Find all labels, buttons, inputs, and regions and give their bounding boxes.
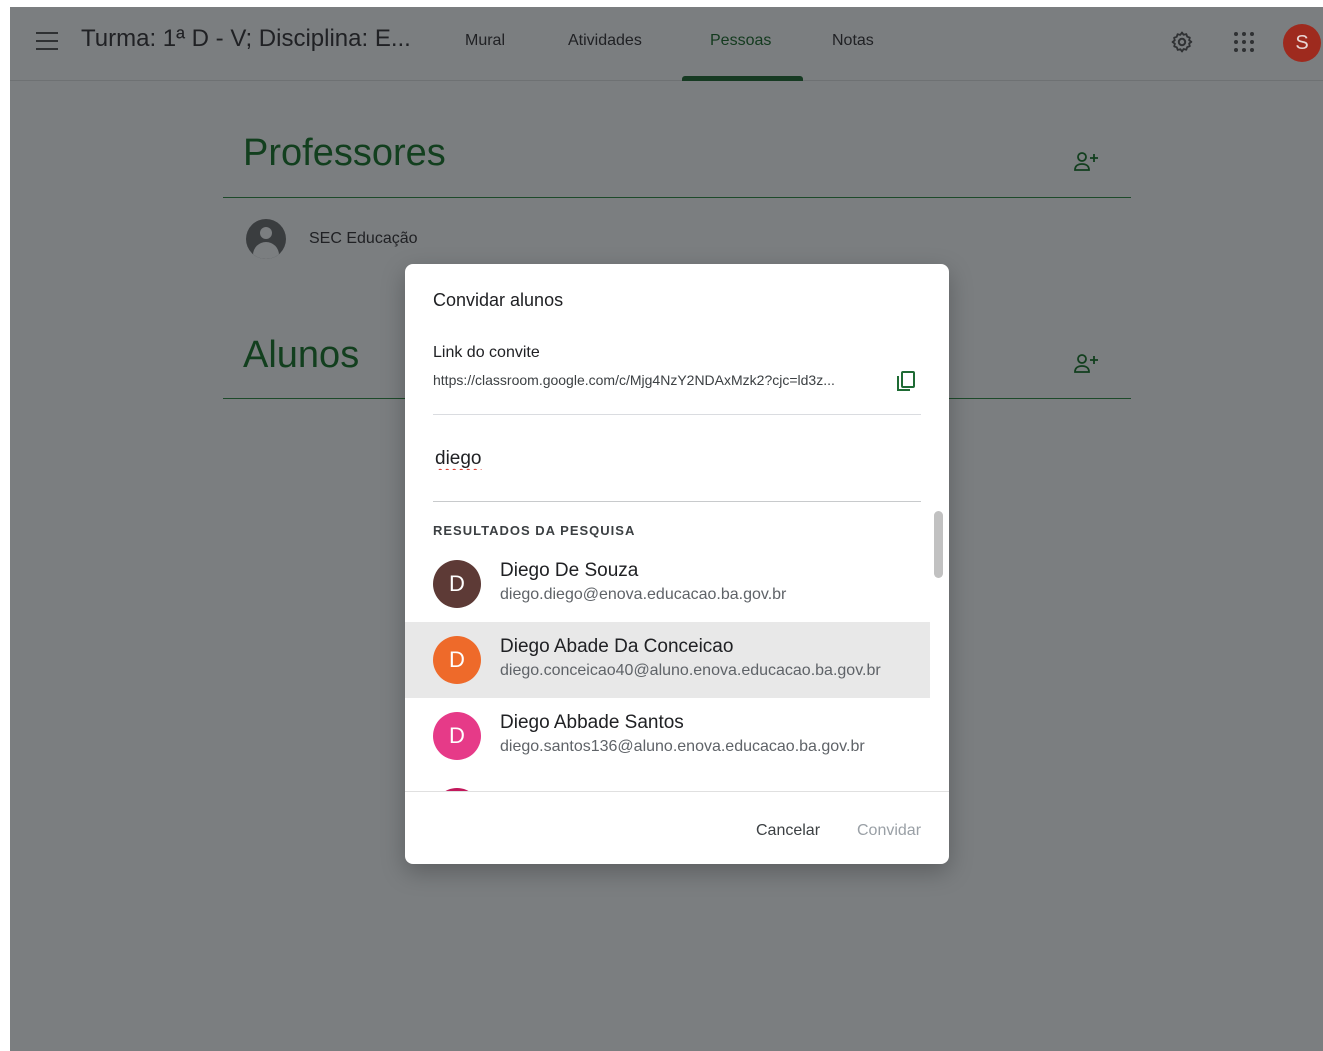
top-app-bar: Turma: 1ª D - V; Disciplina: E... Mural … xyxy=(10,7,1323,81)
result-email: diego.conceicao40@aluno.enova.educacao.b… xyxy=(500,662,881,679)
invite-link-label: Link do convite xyxy=(433,344,540,361)
hamburger-menu-icon[interactable] xyxy=(36,32,58,50)
result-name: Diego Abbade Santos xyxy=(500,712,684,733)
divider xyxy=(433,414,921,415)
avatar: D xyxy=(433,712,481,760)
result-email: diego.santos136@aluno.enova.educacao.ba.… xyxy=(500,738,865,755)
list-item[interactable]: D Diego Abade Da Conceicao diego.conceic… xyxy=(405,622,930,698)
search-results-list: D Diego De Souza diego.diego@enova.educa… xyxy=(405,546,930,792)
footer-divider xyxy=(405,791,949,792)
tab-pessoas[interactable]: Pessoas xyxy=(710,32,771,50)
class-title[interactable]: Turma: 1ª D - V; Disciplina: E... xyxy=(81,25,411,53)
invite-button[interactable]: Convidar xyxy=(857,822,921,840)
invite-students-dialog: Convidar alunos Link do convite https://… xyxy=(405,264,949,864)
students-heading: Alunos xyxy=(243,334,360,376)
results-scrollbar[interactable] xyxy=(934,511,943,578)
result-name: Diego De Souza xyxy=(500,560,639,581)
result-email: diego.diego@enova.educacao.ba.gov.br xyxy=(500,586,787,603)
list-item[interactable]: D Diego Abbade Santos diego.santos136@al… xyxy=(405,698,930,774)
copy-icon[interactable] xyxy=(896,370,916,392)
add-student-icon[interactable] xyxy=(1073,352,1101,376)
teachers-divider xyxy=(223,197,1131,198)
list-item[interactable]: D Diego De Souza diego.diego@enova.educa… xyxy=(405,546,930,622)
results-heading: RESULTADOS DA PESQUISA xyxy=(433,523,636,538)
tab-mural[interactable]: Mural xyxy=(465,32,505,50)
classroom-window: Turma: 1ª D - V; Disciplina: E... Mural … xyxy=(10,7,1323,1051)
tab-notas[interactable]: Notas xyxy=(832,32,874,50)
avatar: D xyxy=(433,636,481,684)
gear-icon[interactable] xyxy=(1170,30,1194,54)
cancel-button[interactable]: Cancelar xyxy=(756,822,820,840)
student-search-input[interactable] xyxy=(435,442,915,476)
dialog-title: Convidar alunos xyxy=(433,290,564,310)
add-teacher-icon[interactable] xyxy=(1073,150,1101,174)
result-name: Diego Abade Da Conceicao xyxy=(500,636,734,657)
invite-link-url[interactable]: https://classroom.google.com/c/Mjg4NzY2N… xyxy=(433,372,878,388)
teacher-row[interactable]: SEC Educação xyxy=(246,219,418,259)
apps-grid-icon[interactable] xyxy=(1234,32,1254,52)
avatar xyxy=(246,219,286,259)
active-tab-indicator xyxy=(682,76,803,81)
teachers-heading: Professores xyxy=(243,132,446,174)
search-underline xyxy=(433,501,921,502)
avatar: D xyxy=(433,560,481,608)
tab-atividades[interactable]: Atividades xyxy=(568,32,642,50)
teacher-name: SEC Educação xyxy=(309,230,418,247)
account-avatar[interactable]: S xyxy=(1283,24,1321,62)
